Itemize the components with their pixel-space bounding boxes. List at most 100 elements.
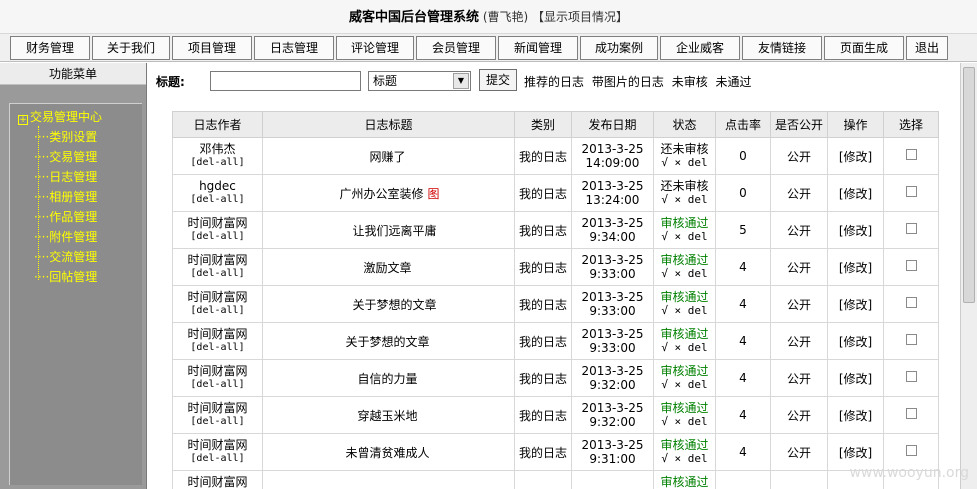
log-title-link[interactable]: 广州办公室装修 [339, 187, 423, 201]
title-cell[interactable]: 让我们远离平庸 [262, 211, 515, 249]
nav-links-button[interactable]: 友情链接 [742, 36, 822, 60]
edit-link[interactable]: [修改] [839, 335, 872, 349]
nav-logout-button[interactable]: 退出 [906, 36, 948, 60]
log-title-link[interactable]: 自信的力量 [357, 372, 417, 386]
edit-link[interactable]: [修改] [839, 224, 872, 238]
nav-enterprise-button[interactable]: 企业威客 [660, 36, 740, 60]
sidebar-item-albums[interactable]: ····相册管理 [34, 188, 97, 206]
sidebar-item-category[interactable]: ····类别设置 [34, 128, 97, 146]
row-checkbox[interactable] [905, 445, 917, 456]
row-checkbox[interactable] [905, 334, 917, 345]
row-checkbox[interactable] [905, 149, 917, 160]
review-actions[interactable]: √ × del [654, 230, 715, 244]
review-actions[interactable]: √ × del [654, 193, 715, 207]
category-cell: 我的日志 [514, 211, 572, 249]
edit-link[interactable]: [修改] [839, 372, 872, 386]
log-title-link[interactable]: 关于梦想的文章 [352, 298, 436, 312]
vertical-scrollbar[interactable] [960, 63, 977, 489]
tree-root[interactable]: + 交易管理中心 [18, 108, 102, 126]
title-cell[interactable]: 关于梦想的文章 [262, 285, 515, 323]
author-cell: 时间财富网[del-all] [172, 248, 263, 286]
title-cell[interactable]: 网赚了 [262, 137, 515, 175]
del-all-link[interactable]: [del-all] [173, 341, 262, 355]
nav-members-button[interactable]: 会员管理 [416, 36, 496, 60]
review-actions[interactable]: √ × del [654, 304, 715, 318]
sidebar-item-attachments[interactable]: ····附件管理 [34, 228, 97, 246]
review-actions[interactable]: √ × del [654, 267, 715, 281]
submit-button[interactable]: 提交 [479, 69, 517, 91]
del-all-link[interactable]: [del-all] [173, 452, 262, 466]
filter-unreviewed-link[interactable]: 未审核 [672, 75, 708, 89]
row-checkbox[interactable] [905, 297, 917, 308]
del-all-link[interactable]: [del-all] [173, 304, 262, 318]
time-value: 13:24:00 [585, 193, 640, 207]
search-input[interactable] [210, 71, 361, 91]
expand-icon[interactable]: + [18, 115, 28, 125]
date-value: 2013-3-25 [581, 401, 644, 415]
log-title-link[interactable]: 未曾清贫难成人 [345, 446, 429, 460]
time-value: 14:09:00 [585, 156, 640, 170]
edit-link[interactable]: [修改] [839, 409, 872, 423]
row-checkbox[interactable] [905, 223, 917, 234]
del-all-link[interactable]: [del-all] [173, 415, 262, 429]
sidebar-item-trade[interactable]: ····交易管理 [34, 148, 97, 166]
title-cell[interactable]: 关于梦想的文章 [262, 322, 515, 360]
title-cell[interactable]: 自信的力量 [262, 359, 515, 397]
nav-news-button[interactable]: 新闻管理 [498, 36, 578, 60]
log-title-link[interactable]: 激励文章 [363, 261, 411, 275]
nav-comments-button[interactable]: 评论管理 [336, 36, 414, 60]
nav-cases-button[interactable]: 成功案例 [580, 36, 658, 60]
del-all-link[interactable]: [del-all] [173, 193, 262, 207]
review-actions[interactable]: √ × del [654, 341, 715, 355]
select-cell [883, 174, 939, 212]
sidebar-item-works[interactable]: ····作品管理 [34, 208, 97, 226]
row-checkbox[interactable] [905, 186, 917, 197]
title-cell[interactable] [262, 470, 515, 489]
nav-finance-button[interactable]: 财务管理 [10, 36, 90, 60]
title-cell[interactable]: 广州办公室装修图 [262, 174, 515, 212]
nav-logs-button[interactable]: 日志管理 [254, 36, 334, 60]
log-title-link[interactable]: 让我们远离平庸 [352, 224, 436, 238]
time-value: 9:31:00 [589, 452, 636, 466]
scrollbar-thumb[interactable] [963, 67, 975, 303]
sidebar-item-exchange[interactable]: ····交流管理 [34, 248, 97, 266]
title-cell[interactable]: 激励文章 [262, 248, 515, 286]
edit-link[interactable]: [修改] [839, 298, 872, 312]
review-actions[interactable]: √ × del [654, 378, 715, 392]
sidebar-item-logs[interactable]: ····日志管理 [34, 168, 97, 186]
log-title-link[interactable]: 穿越玉米地 [357, 409, 417, 423]
date-value: 2013-3-25 [581, 438, 644, 452]
del-all-link[interactable]: [del-all] [173, 156, 262, 170]
edit-link[interactable]: [修改] [839, 187, 872, 201]
title-cell[interactable]: 未曾清贫难成人 [262, 433, 515, 471]
category-cell [514, 470, 572, 489]
row-checkbox[interactable] [905, 408, 917, 419]
filter-recommended-link[interactable]: 推荐的日志 [524, 75, 584, 89]
category-cell: 我的日志 [514, 248, 572, 286]
sidebar-item-replies[interactable]: ····回帖管理 [34, 268, 97, 286]
row-checkbox[interactable] [905, 260, 917, 271]
nav-generate-button[interactable]: 页面生成 [824, 36, 904, 60]
row-checkbox[interactable] [905, 371, 917, 382]
del-all-link[interactable]: [del-all] [173, 378, 262, 392]
review-actions[interactable]: √ × del [654, 415, 715, 429]
search-field-select[interactable]: 标题 ▼ [368, 71, 471, 91]
log-title-link[interactable]: 网赚了 [369, 150, 405, 164]
filter-with-picture-link[interactable]: 带图片的日志 [592, 75, 664, 89]
log-title-link[interactable]: 关于梦想的文章 [345, 335, 429, 349]
del-all-link[interactable]: [del-all] [173, 267, 262, 281]
review-actions[interactable]: √ × del [654, 156, 715, 170]
edit-link[interactable]: [修改] [839, 446, 872, 460]
edit-link[interactable]: [修改] [839, 261, 872, 275]
dropdown-arrow-icon[interactable]: ▼ [453, 73, 469, 89]
nav-projects-button[interactable]: 项目管理 [172, 36, 252, 60]
project-status-link[interactable]: 【显示项目情况】 [532, 10, 628, 24]
review-actions[interactable]: √ × del [654, 452, 715, 466]
nav-about-button[interactable]: 关于我们 [92, 36, 170, 60]
status-cell: 审核通过√ × del [653, 211, 716, 249]
edit-link[interactable]: [修改] [839, 150, 872, 164]
del-all-link[interactable]: [del-all] [173, 230, 262, 244]
filter-rejected-link[interactable]: 未通过 [716, 75, 752, 89]
author-cell: 邓伟杰 [del-all] [172, 137, 263, 175]
title-cell[interactable]: 穿越玉米地 [262, 396, 515, 434]
